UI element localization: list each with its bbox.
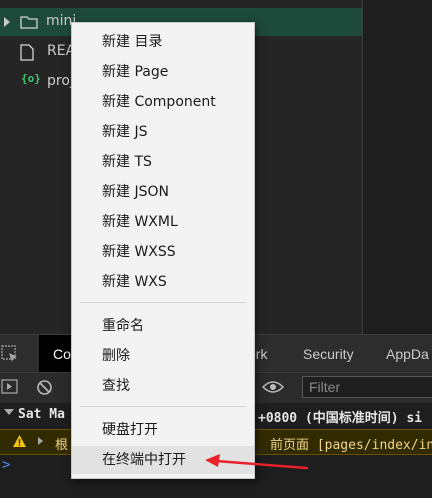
annotation-arrow-icon — [205, 454, 309, 470]
